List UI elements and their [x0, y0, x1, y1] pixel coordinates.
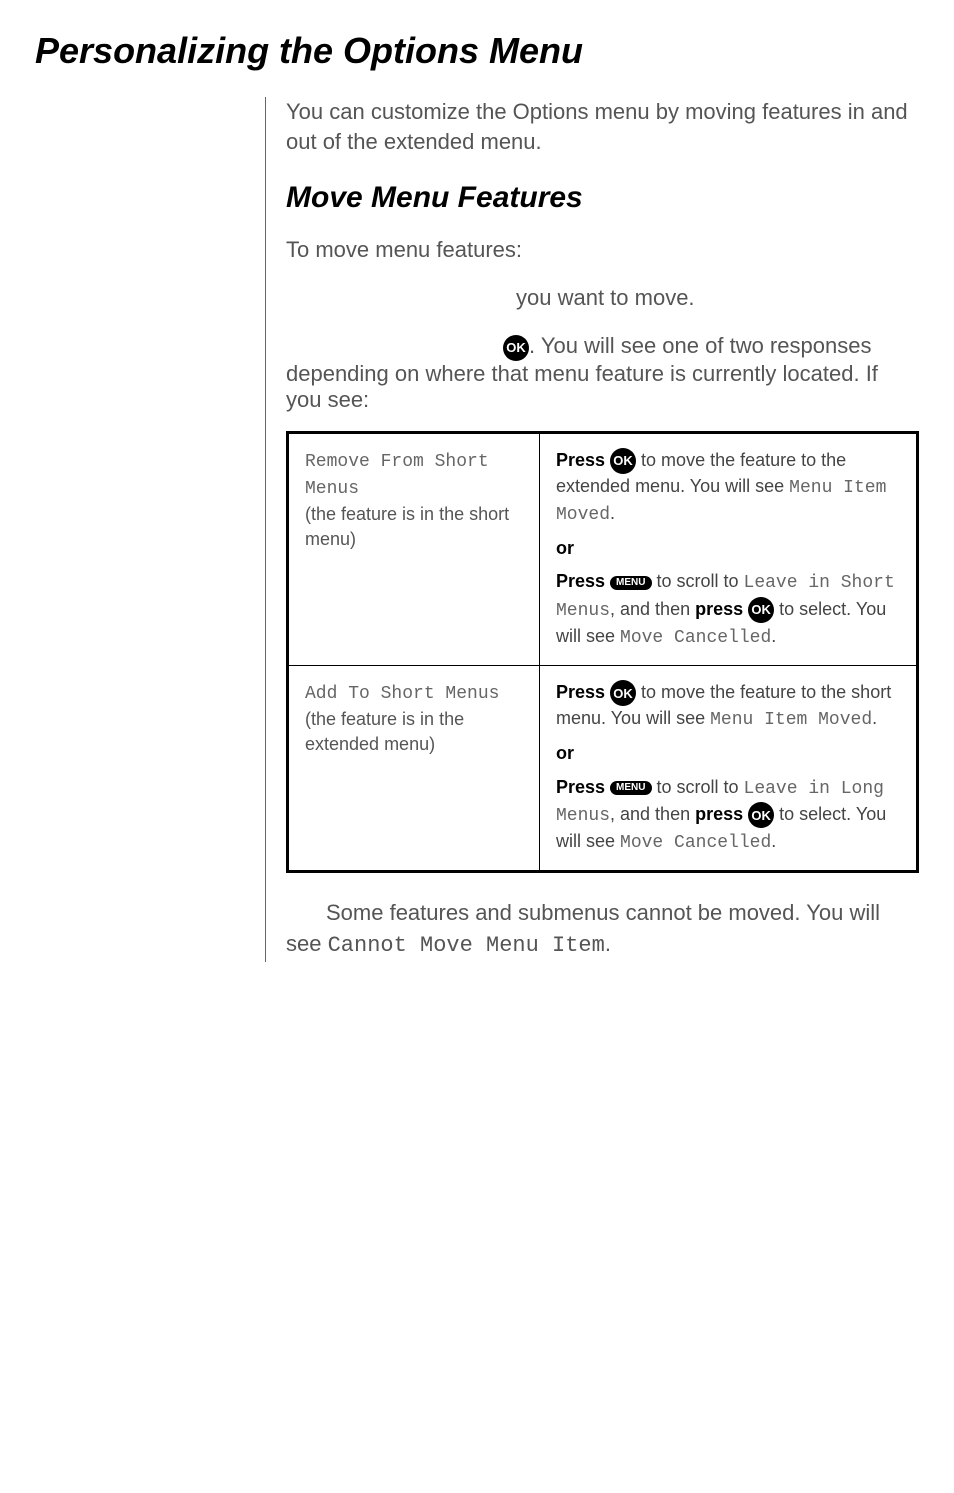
option-label: Add To Short Menus: [305, 684, 499, 704]
cell-right-1: Press OK to move the feature to the exte…: [540, 432, 918, 665]
cell-left-1: Remove From Short Menus (the feature is …: [288, 432, 540, 665]
cell-left-2: Add To Short Menus (the feature is in th…: [288, 665, 540, 871]
press-label: Press: [556, 450, 610, 470]
option-sublabel: (the feature is in the extended menu): [305, 709, 464, 754]
mono-text: Move Cancelled: [620, 628, 771, 648]
menu-icon: MENU: [610, 781, 651, 795]
note-b: .: [605, 931, 611, 956]
or-label: or: [556, 741, 900, 766]
period: .: [610, 503, 615, 523]
table-row: Remove From Short Menus (the feature is …: [288, 432, 918, 665]
intro-text: You can customize the Options menu by mo…: [286, 97, 919, 156]
menu-icon: MENU: [610, 576, 651, 590]
step-press-text: . You will see one of two responses depe…: [286, 333, 878, 411]
press-desc: , and then: [610, 599, 695, 619]
press-label: Press: [556, 777, 610, 797]
ok-icon: OK: [610, 448, 636, 474]
ok-icon: OK: [748, 597, 774, 623]
option-label: Remove From Short Menus: [305, 452, 489, 499]
or-label: or: [556, 536, 900, 561]
section-lead: To move menu features:: [286, 237, 919, 263]
step-press: OK. You will see one of two responses de…: [286, 333, 919, 412]
press-desc: to scroll to: [652, 571, 744, 591]
ok-icon: OK: [503, 335, 529, 361]
step-want: you want to move.: [286, 285, 919, 311]
press-bold: press: [695, 804, 748, 824]
note-text: Some features and submenus cannot be mov…: [286, 898, 919, 962]
note-mono: Cannot Move Menu Item: [328, 933, 605, 958]
ok-icon: OK: [748, 802, 774, 828]
period: .: [771, 626, 776, 646]
table-row: Add To Short Menus (the feature is in th…: [288, 665, 918, 871]
press-label: Press: [556, 682, 610, 702]
option-sublabel: (the feature is in the short menu): [305, 504, 509, 549]
press-bold: press: [695, 599, 748, 619]
period: .: [771, 831, 776, 851]
mono-text: Menu Item Moved: [710, 710, 872, 730]
cell-right-2: Press OK to move the feature to the shor…: [540, 665, 918, 871]
page-title: Personalizing the Options Menu: [35, 30, 919, 72]
press-desc: to scroll to: [652, 777, 744, 797]
period: .: [872, 708, 877, 728]
mono-text: Move Cancelled: [620, 833, 771, 853]
press-desc: , and then: [610, 804, 695, 824]
options-table: Remove From Short Menus (the feature is …: [286, 431, 919, 874]
press-label: Press: [556, 571, 610, 591]
ok-icon: OK: [610, 680, 636, 706]
main-content: You can customize the Options menu by mo…: [265, 97, 919, 962]
section-heading: Move Menu Features: [286, 181, 919, 215]
